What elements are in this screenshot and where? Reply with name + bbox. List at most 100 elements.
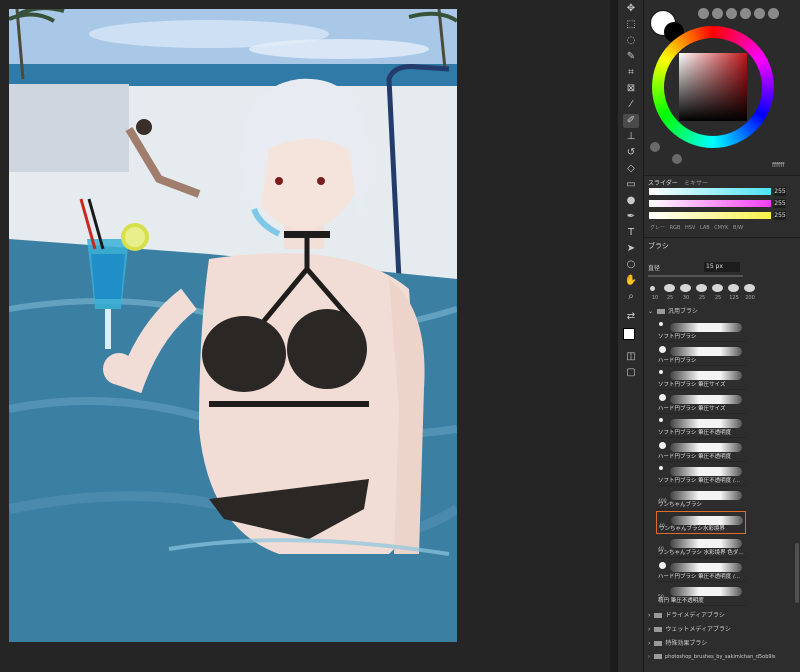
brush-stroke-preview (670, 587, 742, 596)
eyedropper-tool-icon[interactable]: ⁄ (623, 98, 639, 112)
brush-list-scrollbar[interactable] (795, 543, 799, 603)
screen-mode-icon[interactable]: ▢ (623, 366, 639, 380)
group-sakimichan[interactable]: › photoshop_brushes_by_sakimichan_d5ob9is (648, 651, 796, 664)
preset-tip[interactable] (712, 284, 723, 292)
tab-sliders[interactable]: スライダー (648, 178, 678, 187)
brush-item[interactable]: ソフト円ブラシ (656, 319, 746, 342)
brush-item[interactable]: ソフト円ブラシ 筆圧不透明度 (656, 415, 746, 438)
preset-tip[interactable] (650, 286, 655, 291)
gradient-tool-icon[interactable]: ▭ (623, 178, 639, 192)
mode-hsv[interactable]: HSV (685, 225, 695, 231)
group-label: ドライメディアブラシ (665, 612, 725, 619)
group-label: ウェットメディアブラシ (665, 626, 731, 633)
quick-mask-icon[interactable]: ◫ (623, 350, 639, 364)
pen-tool-icon[interactable]: ✒ (623, 210, 639, 224)
yellow-slider[interactable] (649, 212, 771, 219)
swap-colors-icon[interactable]: ⇄ (623, 310, 639, 324)
brush-tip-icon (659, 442, 666, 449)
brush-tool-icon[interactable]: ✐ (623, 114, 639, 128)
mode-gray[interactable]: グレー (650, 225, 665, 231)
panel-option-icon[interactable] (726, 8, 737, 19)
right-panels: ffffff スライダー ミキサー 255 255 255 グレー RGB HS… (644, 0, 800, 672)
artwork-canvas[interactable] (9, 9, 457, 642)
brush-stroke-preview (670, 347, 742, 356)
move-tool-icon[interactable]: ✥ (623, 2, 639, 16)
tab-mixer[interactable]: ミキサー (684, 178, 708, 187)
blur-tool-icon[interactable]: ● (623, 194, 639, 208)
preset-tip[interactable] (696, 284, 707, 292)
color-mode-tabs: グレー RGB HSV LAB CMYK B/W (650, 224, 743, 231)
panel-option-icon[interactable] (768, 8, 779, 19)
marquee-tool-icon[interactable]: ⬚ (623, 18, 639, 32)
canvas-area[interactable] (0, 0, 618, 672)
path-select-tool-icon[interactable]: ➤ (623, 242, 639, 256)
panel-option-icon[interactable] (754, 8, 765, 19)
cyan-slider[interactable] (649, 188, 771, 195)
mode-cmyk[interactable]: CMYK (714, 225, 728, 231)
brush-item[interactable]: ソフト円ブラシ 筆圧不透明度 /... (656, 463, 746, 486)
brush-name: ハード円ブラシ (658, 358, 697, 364)
group-dry-media[interactable]: › ドライメディアブラシ (648, 609, 796, 622)
preset-size: 200 (745, 295, 755, 301)
panel-option-icon[interactable] (698, 8, 709, 19)
size-field[interactable]: 15 px (704, 262, 740, 272)
magenta-value[interactable]: 255 (774, 199, 786, 208)
preset-tip[interactable] (744, 284, 755, 292)
panel-option-icon[interactable] (712, 8, 723, 19)
yellow-value[interactable]: 255 (774, 211, 786, 220)
brush-name: ソフト円ブラシ 筆圧サイズ (658, 382, 726, 388)
group-label: 汎用ブラシ (668, 308, 698, 315)
quick-select-tool-icon[interactable]: ✎ (623, 50, 639, 64)
shape-tool-icon[interactable]: ○ (623, 258, 639, 272)
hand-tool-icon[interactable]: ✋ (623, 274, 639, 288)
crop-tool-icon[interactable]: ⌗ (623, 66, 639, 80)
preset-size: 25 (666, 295, 674, 301)
mode-rgb[interactable]: RGB (670, 225, 681, 231)
tab-brushes[interactable]: ブラシ (648, 241, 669, 251)
stamp-tool-icon[interactable]: ⊥ (623, 130, 639, 144)
preset-tip[interactable] (728, 284, 739, 292)
zoom-tool-icon[interactable]: ⌕ (623, 290, 639, 304)
brush-name: ソフト円ブラシ (658, 334, 697, 340)
artwork-illustration (9, 9, 457, 642)
preset-size: 25 (714, 295, 722, 301)
preset-tip[interactable] (680, 284, 691, 292)
group-general[interactable]: ⌄ 汎用ブラシ (648, 305, 796, 318)
wheel-mode-button[interactable] (650, 142, 660, 152)
brush-name: ワンちゃんブラシ 水彩境界 色ダ... (658, 550, 744, 556)
mode-lab[interactable]: LAB (700, 225, 710, 231)
panel-option-icon[interactable] (740, 8, 751, 19)
panel-divider[interactable] (610, 0, 618, 672)
history-brush-tool-icon[interactable]: ↺ (623, 146, 639, 160)
brush-tip-icon (659, 418, 663, 422)
cyan-value[interactable]: 255 (774, 187, 786, 196)
group-wet-media[interactable]: › ウェットメディアブラシ (648, 623, 796, 636)
preset-tip[interactable] (664, 284, 675, 292)
brush-item[interactable]: 400 ワンちゃんブラシ (656, 487, 746, 510)
magenta-slider[interactable] (649, 200, 771, 207)
brush-name: ワンちゃんブラシ水彩境界 (659, 526, 725, 532)
group-special-effects[interactable]: › 特殊効果ブラシ (648, 637, 796, 650)
hue-ring[interactable] (652, 26, 774, 148)
lasso-tool-icon[interactable]: ◌ (623, 34, 639, 48)
brush-tip-icon (659, 370, 663, 374)
brush-item[interactable]: ハード円ブラシ 筆圧不透明度 (656, 439, 746, 462)
frame-tool-icon[interactable]: ⊠ (623, 82, 639, 96)
foreground-color-icon[interactable] (623, 328, 635, 340)
size-slider[interactable] (648, 275, 743, 277)
brush-item[interactable]: 40 ワンちゃんブラシ 水彩境界 色ダ... (656, 535, 746, 558)
brush-item-selected[interactable]: 40 ワンちゃんブラシ水彩境界 (656, 511, 746, 534)
brush-stroke-preview (670, 491, 742, 500)
brush-item[interactable]: ソフト円ブラシ 筆圧サイズ (656, 367, 746, 390)
brush-item[interactable]: 50 楕円 筆圧不透明度 (656, 583, 746, 606)
mode-bw[interactable]: B/W (733, 225, 743, 231)
brush-item[interactable]: ハード円ブラシ (656, 343, 746, 366)
eraser-tool-icon[interactable]: ◇ (623, 162, 639, 176)
brush-item[interactable]: ハード円ブラシ 筆圧不透明度 /... (656, 559, 746, 582)
brush-list: ⌄ 汎用ブラシ ソフト円ブラシ ハード円ブラシ ソフト円ブラシ 筆圧サイズ ハード… (648, 305, 796, 672)
type-tool-icon[interactable]: T (623, 226, 639, 240)
brush-name: ハード円ブラシ 筆圧サイズ (658, 406, 726, 412)
saturation-value-square[interactable] (679, 53, 747, 121)
brush-item[interactable]: ハード円ブラシ 筆圧サイズ (656, 391, 746, 414)
play-button[interactable] (672, 154, 682, 164)
